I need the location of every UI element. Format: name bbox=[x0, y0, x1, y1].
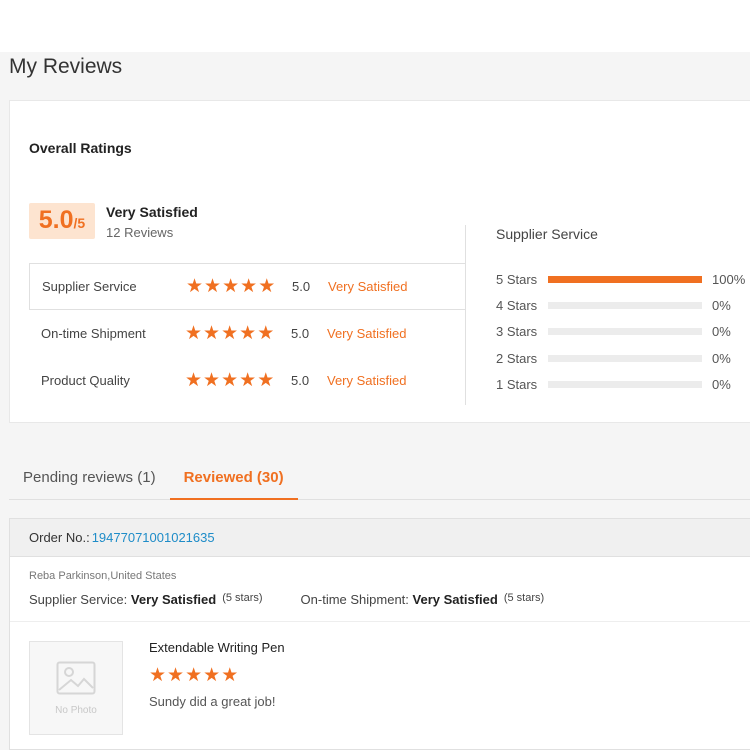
distribution-bar-track bbox=[548, 301, 702, 309]
distribution-title: Supplier Service bbox=[496, 226, 598, 242]
review-comment: Sundy did a great job! bbox=[149, 694, 276, 709]
distribution-label: 4 Stars bbox=[496, 297, 538, 313]
rating-verdict: Very Satisfied bbox=[328, 279, 408, 294]
star-icon: ★ bbox=[221, 370, 239, 391]
overall-score-badge: 5.0 /5 bbox=[29, 203, 95, 239]
rating-row-on-time-shipment: On-time Shipment ★ ★ ★ ★ ★ 5.0 Very Satisfie… bbox=[29, 310, 466, 357]
rating-row-product-quality: Product Quality ★ ★ ★ ★ ★ 5.0 Very Satisfied bbox=[29, 357, 466, 404]
review-tabs: Pending reviews (1) Reviewed (30) bbox=[9, 457, 750, 500]
order-number-link[interactable]: 19477071001021635 bbox=[92, 530, 215, 545]
rating-stars: ★ ★ ★ ★ ★ bbox=[185, 371, 291, 390]
distribution-row-1: 1 Stars 0% bbox=[496, 371, 750, 397]
distribution-label: 5 Stars bbox=[496, 271, 538, 287]
overall-ratings-title: Overall Ratings bbox=[29, 140, 132, 156]
supplier-service-label: Supplier Service: bbox=[29, 592, 128, 607]
star-icon: ★ bbox=[257, 370, 275, 391]
star-icon: ★ bbox=[185, 370, 203, 391]
image-placeholder-icon bbox=[56, 661, 96, 700]
rating-verdict: Very Satisfied bbox=[327, 326, 407, 341]
overall-score-max: /5 bbox=[73, 215, 86, 231]
star-icon: ★ bbox=[257, 323, 275, 344]
supplier-service-value: Very Satisfied bbox=[130, 592, 217, 607]
star-icon: ★ bbox=[204, 276, 222, 297]
supplier-service-stars: (5 stars) bbox=[222, 592, 263, 604]
service-summary: Supplier Service: Very Satisfied (5 star… bbox=[29, 592, 544, 607]
shipment-value: Very Satisfied bbox=[412, 592, 498, 607]
overall-review-count: 12 Reviews bbox=[106, 225, 174, 240]
rating-name: Product Quality bbox=[41, 373, 130, 388]
rating-name: On-time Shipment bbox=[41, 326, 146, 341]
distribution-row-4: 4 Stars 0% bbox=[496, 292, 750, 318]
distribution-label: 2 Stars bbox=[496, 350, 538, 366]
star-icon: ★ bbox=[221, 665, 239, 686]
star-icon: ★ bbox=[240, 276, 258, 297]
distribution-percent: 100% bbox=[712, 271, 746, 287]
star-icon: ★ bbox=[203, 665, 221, 686]
star-icon: ★ bbox=[239, 370, 257, 391]
star-icon: ★ bbox=[221, 323, 239, 344]
star-icon: ★ bbox=[185, 665, 203, 686]
distribution-percent: 0% bbox=[712, 350, 731, 366]
overall-score: 5.0 bbox=[38, 206, 74, 234]
tab-reviewed[interactable]: Reviewed (30) bbox=[169, 457, 298, 500]
distribution-row-2: 2 Stars 0% bbox=[496, 345, 750, 371]
star-icon: ★ bbox=[203, 370, 221, 391]
shipment-stars: (5 stars) bbox=[503, 592, 545, 604]
reviewer-info: Reba Parkinson,United States bbox=[29, 570, 177, 582]
product-photo-placeholder: No Photo bbox=[29, 641, 123, 735]
rating-row-supplier-service: Supplier Service ★ ★ ★ ★ ★ 5.0 Very Satisfie… bbox=[29, 263, 466, 310]
star-icon: ★ bbox=[185, 323, 203, 344]
distribution-label: 1 Stars bbox=[496, 376, 538, 392]
order-review-card: Order No.: 19477071001021635 Reba Parkin… bbox=[9, 518, 750, 750]
star-icon: ★ bbox=[167, 665, 185, 686]
order-header: Order No.: 19477071001021635 bbox=[10, 519, 750, 557]
star-distribution: 5 Stars 100% 4 Stars 0% 3 Stars 0% 2 Sta… bbox=[496, 266, 750, 397]
tab-pending-reviews[interactable]: Pending reviews (1) bbox=[9, 457, 170, 500]
page-title: My Reviews bbox=[9, 55, 123, 78]
distribution-bar-track bbox=[548, 275, 702, 283]
distribution-label: 3 Stars bbox=[496, 324, 538, 340]
overall-score-label: Very Satisfied bbox=[106, 204, 198, 220]
star-icon: ★ bbox=[258, 276, 276, 297]
rating-breakdown-table: Supplier Service ★ ★ ★ ★ ★ 5.0 Very Satisfie… bbox=[29, 263, 466, 404]
distribution-percent: 0% bbox=[712, 324, 731, 340]
shipment-label: On-time Shipment: bbox=[300, 592, 409, 607]
rating-value: 5.0 bbox=[291, 373, 310, 388]
distribution-bar-track bbox=[548, 354, 702, 362]
rating-stars: ★ ★ ★ ★ ★ bbox=[185, 324, 291, 343]
star-icon: ★ bbox=[186, 276, 204, 297]
rating-verdict: Very Satisfied bbox=[327, 373, 407, 388]
distribution-row-5: 5 Stars 100% bbox=[496, 266, 750, 292]
distribution-bar-track bbox=[548, 380, 702, 388]
distribution-bar-fill bbox=[548, 275, 702, 283]
vertical-divider bbox=[465, 225, 466, 405]
rating-value: 5.0 bbox=[291, 326, 310, 341]
distribution-percent: 0% bbox=[712, 376, 731, 392]
rating-name: Supplier Service bbox=[42, 279, 137, 294]
no-photo-label: No Photo bbox=[55, 704, 97, 716]
product-rating-stars: ★ ★ ★ ★ ★ bbox=[149, 666, 255, 685]
rating-stars: ★ ★ ★ ★ ★ bbox=[186, 277, 292, 296]
star-icon: ★ bbox=[203, 323, 221, 344]
star-icon: ★ bbox=[149, 665, 167, 686]
distribution-bar-track bbox=[548, 328, 702, 336]
distribution-percent: 0% bbox=[712, 297, 731, 313]
order-number-label: Order No.: bbox=[29, 530, 90, 545]
star-icon: ★ bbox=[222, 276, 240, 297]
star-icon: ★ bbox=[239, 323, 257, 344]
overall-ratings-card: Overall Ratings 5.0 /5 Very Satisfied 12… bbox=[9, 100, 750, 423]
distribution-row-3: 3 Stars 0% bbox=[496, 319, 750, 345]
product-name: Extendable Writing Pen bbox=[149, 640, 285, 655]
rating-value: 5.0 bbox=[292, 279, 311, 294]
order-divider bbox=[10, 621, 750, 622]
